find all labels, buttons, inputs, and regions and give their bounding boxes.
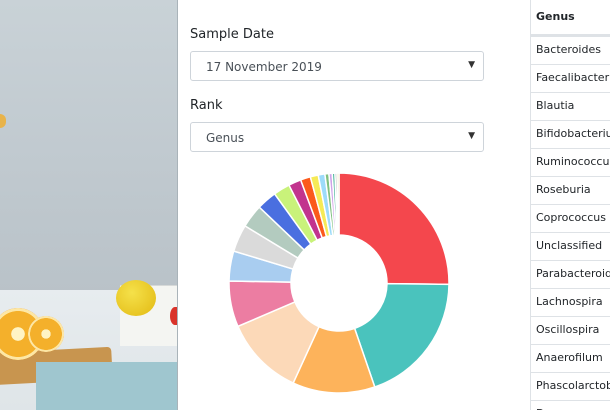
photo-orange-slice <box>28 316 64 352</box>
table-row: Faecalibacteri <box>531 64 610 92</box>
table-row: Bacteroides <box>531 36 610 64</box>
table-row: Parabacteroid <box>531 260 610 288</box>
table-row: Coprococcus <box>531 204 610 232</box>
photo-cloth <box>36 362 178 410</box>
sample-date-value: 17 November 2019 <box>206 60 322 74</box>
sample-date-label: Sample Date <box>190 27 274 42</box>
chevron-down-icon: ▼ <box>468 131 475 141</box>
hero-photo <box>0 0 178 410</box>
table-row: Ruminococcu <box>531 148 610 176</box>
rank-select[interactable]: Genus ▼ <box>190 122 484 152</box>
table-row: Unclassified <box>531 232 610 260</box>
photo-peel <box>0 114 6 128</box>
table-header: Genus <box>531 0 610 36</box>
rank-value: Genus <box>206 131 245 145</box>
table-row: Blautia <box>531 92 610 120</box>
donut-slice-bacteroides[interactable] <box>338 172 450 286</box>
table-row: Lachnospira <box>531 288 610 316</box>
table-row: Oscillospira <box>531 316 610 344</box>
table-row: Anaerofilum <box>531 344 610 372</box>
table-row: Dorea <box>531 400 610 410</box>
genus-table: Genus Bacteroides Faecalibacteri Blautia Bi… <box>530 0 610 410</box>
genus-donut-chart <box>228 172 450 394</box>
sample-date-select[interactable]: 17 November 2019 ▼ <box>190 51 484 81</box>
chevron-down-icon: ▼ <box>468 60 475 70</box>
photo-divider <box>177 0 178 410</box>
donut-slice-other5[interactable] <box>336 172 340 236</box>
rank-label: Rank <box>190 98 223 113</box>
table-row: Bifidobacteriu <box>531 120 610 148</box>
table-row: Phascolarctob <box>531 372 610 400</box>
table-row: Roseburia <box>531 176 610 204</box>
photo-lemon <box>116 280 156 316</box>
